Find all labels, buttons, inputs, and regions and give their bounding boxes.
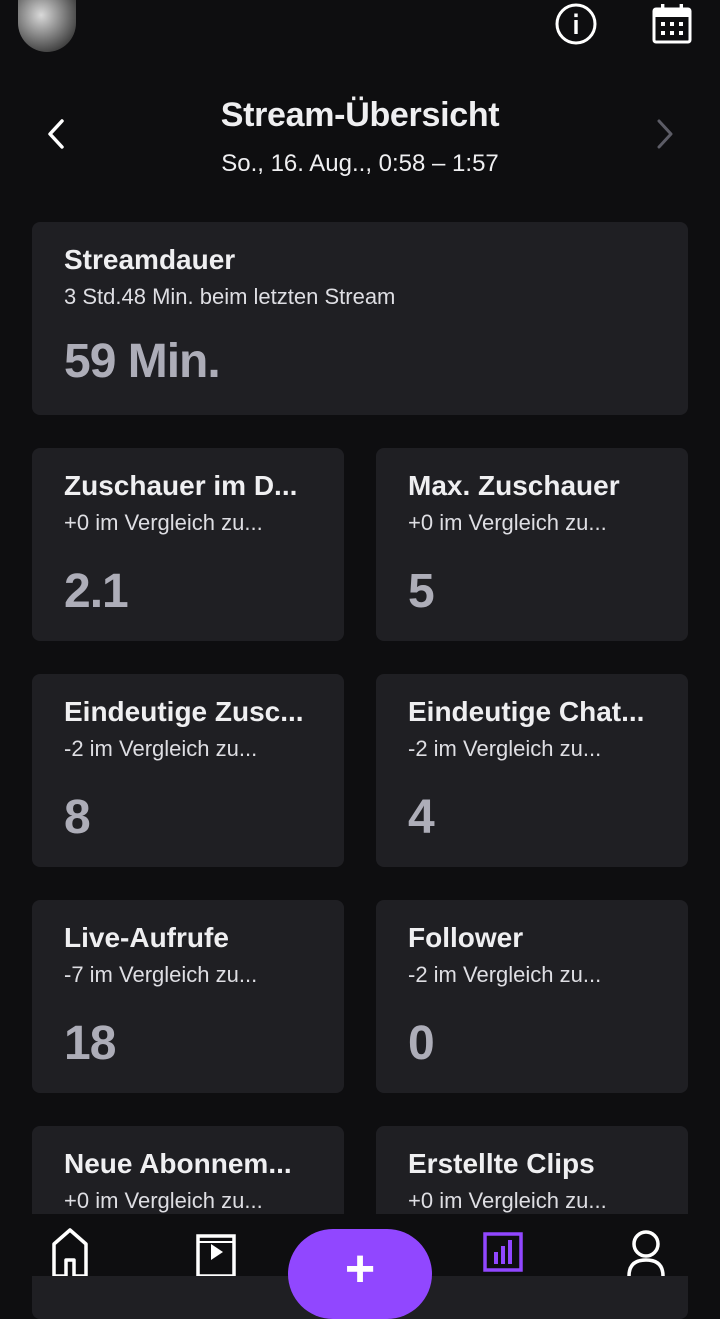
stats-icon (483, 1232, 523, 1272)
calendar-icon[interactable] (648, 0, 696, 48)
nav-profile[interactable] (616, 1226, 676, 1276)
profile-icon (627, 1230, 665, 1276)
card-title: Max. Zuschauer (408, 470, 620, 501)
video-icon (196, 1234, 236, 1276)
avatar[interactable] (18, 0, 76, 52)
card-title: Live-Aufrufe (64, 922, 229, 953)
card-title: Follower (408, 922, 524, 953)
card-subtitle: +0 im Vergleich zu... (408, 1188, 607, 1213)
nav-home[interactable] (40, 1226, 100, 1276)
card-value: 8 (64, 791, 91, 844)
home-icon (52, 1228, 88, 1276)
stream-duration-card[interactable]: Streamdauer 3 Std.48 Min. beim letzten S… (32, 222, 688, 415)
stat-card-unique-chatters[interactable]: Eindeutige Chat... -2 im Vergleich zu...… (376, 674, 688, 867)
nav-stats[interactable] (473, 1226, 533, 1276)
card-value: 0 (408, 1017, 435, 1070)
stat-card-unique-viewers[interactable]: Eindeutige Zusc... -2 im Vergleich zu...… (32, 674, 344, 867)
next-stream-button[interactable] (643, 112, 687, 156)
stat-card-avg-viewers[interactable]: Zuschauer im D... +0 im Vergleich zu... … (32, 448, 344, 641)
card-subtitle: -2 im Vergleich zu... (408, 736, 602, 761)
stream-date-range: So., 16. Aug.., 0:58 – 1:57 (221, 150, 499, 177)
card-subtitle: +0 im Vergleich zu... (64, 1188, 263, 1213)
card-value: 4 (408, 791, 435, 844)
card-title: Eindeutige Zusc... (64, 696, 304, 727)
card-title: Erstellte Clips (408, 1148, 595, 1179)
card-title: Eindeutige Chat... (408, 696, 645, 727)
info-icon[interactable] (552, 0, 600, 48)
stat-card-followers[interactable]: Follower -2 im Vergleich zu... 0 (376, 900, 688, 1093)
card-title: Zuschauer im D... (64, 470, 298, 501)
card-title: Streamdauer (64, 244, 236, 275)
card-value: 5 (408, 565, 435, 618)
card-subtitle: 3 Std.48 Min. beim letzten Stream (64, 284, 396, 309)
card-subtitle: +0 im Vergleich zu... (64, 510, 263, 535)
create-button[interactable]: + (288, 1229, 432, 1319)
card-value: 2.1 (64, 565, 129, 618)
card-subtitle: -2 im Vergleich zu... (64, 736, 258, 761)
card-title: Neue Abonnem... (64, 1148, 292, 1179)
plus-icon: + (344, 1240, 376, 1298)
stat-card-live-views[interactable]: Live-Aufrufe -7 im Vergleich zu... 18 (32, 900, 344, 1093)
card-value: 59 Min. (64, 335, 221, 388)
chevron-right-icon (657, 119, 673, 149)
stat-card-max-viewers[interactable]: Max. Zuschauer +0 im Vergleich zu... 5 (376, 448, 688, 641)
card-value: 18 (64, 1017, 116, 1070)
card-subtitle: +0 im Vergleich zu... (408, 510, 607, 535)
card-subtitle: -7 im Vergleich zu... (64, 962, 258, 987)
card-subtitle: -2 im Vergleich zu... (408, 962, 602, 987)
page-title: Stream-Übersicht (220, 96, 500, 134)
nav-videos[interactable] (186, 1226, 246, 1276)
